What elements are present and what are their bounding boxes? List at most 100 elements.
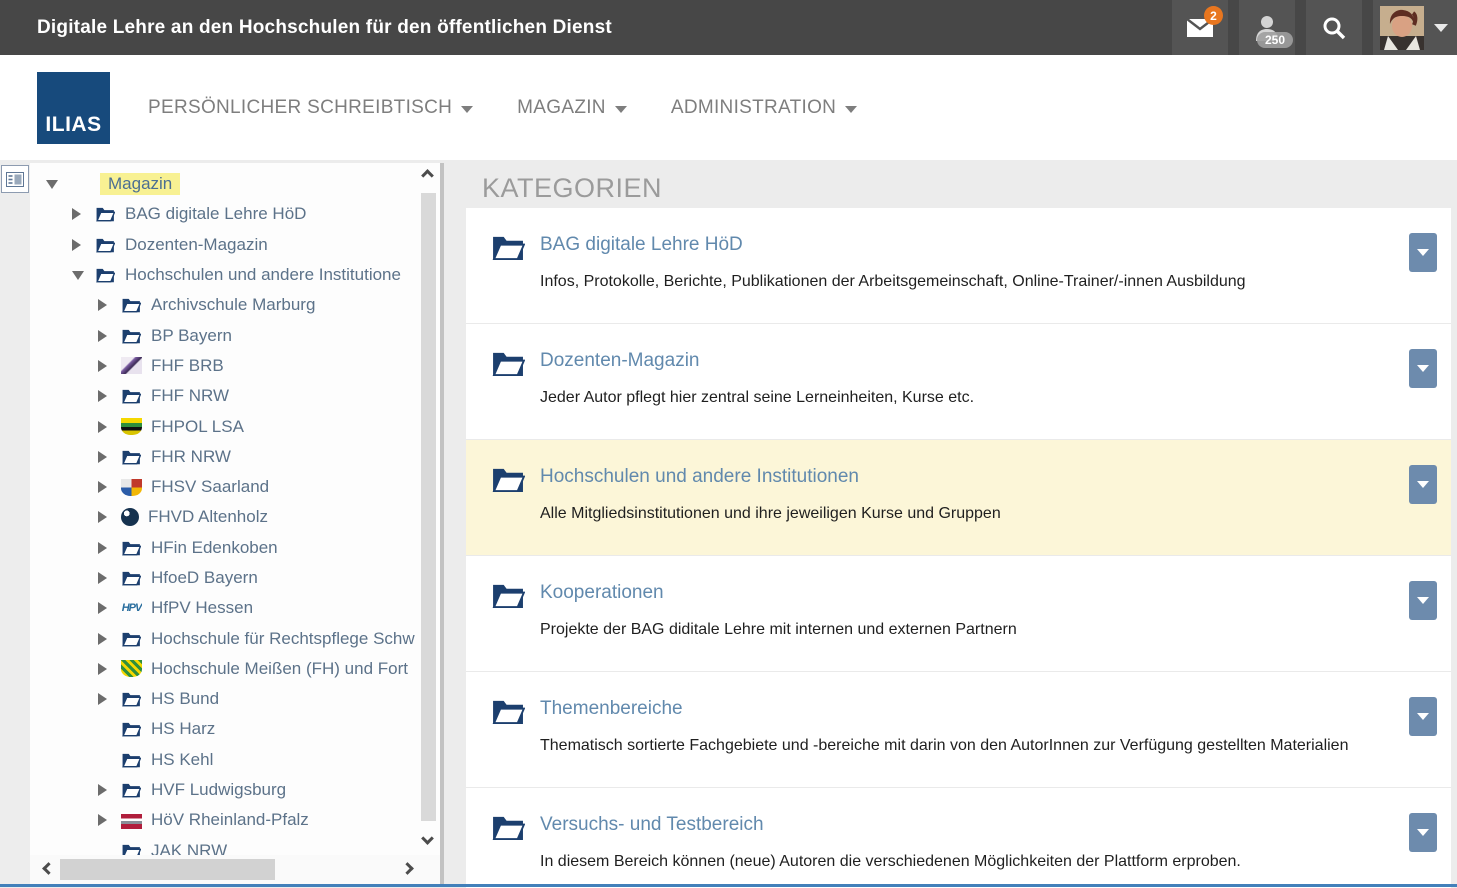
- tree-vertical-scrollbar[interactable]: [418, 163, 440, 855]
- scroll-right-icon[interactable]: [401, 862, 414, 875]
- tree-toggle-button[interactable]: [1, 165, 29, 193]
- tree-item[interactable]: Archivschule Marburg: [30, 290, 440, 320]
- tree-item-label[interactable]: HFin Edenkoben: [151, 538, 278, 558]
- tree-item-label[interactable]: Hochschule für Rechtspflege Schw: [151, 629, 415, 649]
- expander-icon[interactable]: [98, 572, 111, 584]
- scroll-up-icon[interactable]: [421, 169, 434, 182]
- tree-item[interactable]: HS Harz: [30, 714, 440, 744]
- tree-item-label[interactable]: Archivschule Marburg: [151, 295, 315, 315]
- expander-icon[interactable]: [98, 633, 111, 645]
- actions-dropdown-button[interactable]: [1409, 465, 1437, 504]
- expander-icon[interactable]: [72, 271, 85, 280]
- tree-item-label[interactable]: Magazin: [100, 173, 180, 195]
- tree-item-label[interactable]: FHR NRW: [151, 447, 231, 467]
- tree-item[interactable]: HöV Rheinland-Pfalz: [30, 805, 440, 835]
- tree-item-label[interactable]: FHSV Saarland: [151, 477, 269, 497]
- tree-item-label[interactable]: FHF NRW: [151, 386, 229, 406]
- tree-item[interactable]: FHVD Altenholz: [30, 502, 440, 532]
- tree-item[interactable]: HPV HfPV Hessen: [30, 593, 440, 623]
- menu-item[interactable]: ADMINISTRATION: [671, 97, 857, 119]
- search-button[interactable]: [1306, 0, 1362, 55]
- expander-icon[interactable]: [98, 693, 111, 705]
- menu-item[interactable]: MAGAZIN: [517, 97, 627, 119]
- tree-item[interactable]: FHPOL LSA: [30, 411, 440, 441]
- tree-item-label[interactable]: HS Kehl: [151, 750, 213, 770]
- online-users-button[interactable]: 250: [1239, 0, 1295, 55]
- tree-item[interactable]: FHSV Saarland: [30, 472, 440, 502]
- category-title-link[interactable]: BAG digitale Lehre HöD: [540, 234, 743, 256]
- tree-item-label[interactable]: Hochschule Meißen (FH) und Fort: [151, 659, 408, 679]
- actions-dropdown-button[interactable]: [1409, 813, 1437, 852]
- tree-item[interactable]: BP Bayern: [30, 320, 440, 350]
- tree-item-label[interactable]: Hochschulen und andere Institutione: [125, 265, 401, 285]
- repository-tree-panel: Magazin BAG digitale Lehre HöD: [30, 163, 444, 885]
- horizontal-scroll-thumb[interactable]: [60, 859, 275, 880]
- tree-item[interactable]: HS Kehl: [30, 745, 440, 775]
- tree-item[interactable]: HfoeD Bayern: [30, 563, 440, 593]
- tree-horizontal-scrollbar[interactable]: [30, 855, 440, 885]
- tree-item[interactable]: FHF BRB: [30, 351, 440, 381]
- tree-item-label[interactable]: FHVD Altenholz: [148, 507, 268, 527]
- expander-icon[interactable]: [98, 814, 111, 826]
- category-text: Dozenten-Magazin Jeder Autor pflegt hier…: [540, 350, 1391, 410]
- expander-icon[interactable]: [72, 208, 85, 220]
- category-title-link[interactable]: Dozenten-Magazin: [540, 350, 699, 372]
- tree-item[interactable]: Dozenten-Magazin: [30, 230, 440, 260]
- menu-item[interactable]: PERSÖNLICHER SCHREIBTISCH: [148, 97, 473, 119]
- expander-icon[interactable]: [98, 330, 111, 342]
- tree-item-label[interactable]: HS Harz: [151, 719, 215, 739]
- expander-icon[interactable]: [72, 239, 85, 251]
- tree-item[interactable]: Hochschule für Rechtspflege Schw: [30, 623, 440, 653]
- tree-item-icon: [121, 388, 142, 405]
- tree-item-label[interactable]: HfoeD Bayern: [151, 568, 258, 588]
- tree-item[interactable]: HFin Edenkoben: [30, 533, 440, 563]
- tree-item-label[interactable]: FHPOL LSA: [151, 417, 244, 437]
- tree-item[interactable]: Hochschule Meißen (FH) und Fort: [30, 654, 440, 684]
- tree-item-label[interactable]: HöV Rheinland-Pfalz: [151, 810, 309, 830]
- actions-dropdown-button[interactable]: [1409, 349, 1437, 388]
- category-title-link[interactable]: Hochschulen und andere Institutionen: [540, 466, 859, 488]
- tree-item[interactable]: HS Bund: [30, 684, 440, 714]
- ilias-logo[interactable]: ILIAS: [37, 72, 110, 144]
- expander-icon[interactable]: [98, 299, 111, 311]
- category-title-link[interactable]: Kooperationen: [540, 582, 664, 604]
- expander-icon[interactable]: [98, 360, 111, 372]
- category-title-link[interactable]: Themenbereiche: [540, 698, 683, 720]
- tree-item-label[interactable]: HVF Ludwigsburg: [151, 780, 286, 800]
- expander-icon[interactable]: [98, 390, 111, 402]
- tree-item-icon: [121, 448, 142, 465]
- expander-icon[interactable]: [46, 180, 59, 189]
- category-description: Projekte der BAG diditale Lehre mit inte…: [540, 618, 1380, 642]
- expander-icon[interactable]: [98, 451, 111, 463]
- actions-dropdown-button[interactable]: [1409, 581, 1437, 620]
- actions-dropdown-button[interactable]: [1409, 233, 1437, 272]
- tree-item-label[interactable]: Dozenten-Magazin: [125, 235, 268, 255]
- category-row: Hochschulen und andere Institutionen All…: [466, 439, 1451, 555]
- mail-button[interactable]: 2: [1172, 0, 1228, 55]
- expander-icon[interactable]: [98, 511, 111, 523]
- tree-item[interactable]: Hochschulen und andere Institutione: [30, 260, 440, 290]
- caret-down-icon: [1417, 365, 1429, 372]
- scroll-left-icon[interactable]: [42, 862, 55, 875]
- expander-icon[interactable]: [98, 542, 111, 554]
- expander-icon[interactable]: [98, 481, 111, 493]
- tree-item-label[interactable]: BAG digitale Lehre HöD: [125, 204, 306, 224]
- expander-icon[interactable]: [98, 784, 111, 796]
- expander-icon[interactable]: [98, 602, 111, 614]
- tree-item-label[interactable]: FHF BRB: [151, 356, 224, 376]
- tree-item[interactable]: FHR NRW: [30, 442, 440, 472]
- tree-item[interactable]: FHF NRW: [30, 381, 440, 411]
- tree-item-label[interactable]: BP Bayern: [151, 326, 232, 346]
- tree-item[interactable]: HVF Ludwigsburg: [30, 775, 440, 805]
- user-menu-button[interactable]: [1373, 0, 1457, 55]
- actions-dropdown-button[interactable]: [1409, 697, 1437, 736]
- tree-item-label[interactable]: HS Bund: [151, 689, 219, 709]
- expander-icon[interactable]: [98, 421, 111, 433]
- expander-icon[interactable]: [98, 663, 111, 675]
- tree-item-label[interactable]: HfPV Hessen: [151, 598, 253, 618]
- vertical-scroll-thumb[interactable]: [421, 193, 436, 821]
- tree-item[interactable]: BAG digitale Lehre HöD: [30, 199, 440, 229]
- scroll-down-icon[interactable]: [421, 832, 434, 845]
- tree-item-root[interactable]: Magazin: [30, 169, 440, 199]
- category-title-link[interactable]: Versuchs- und Testbereich: [540, 814, 764, 836]
